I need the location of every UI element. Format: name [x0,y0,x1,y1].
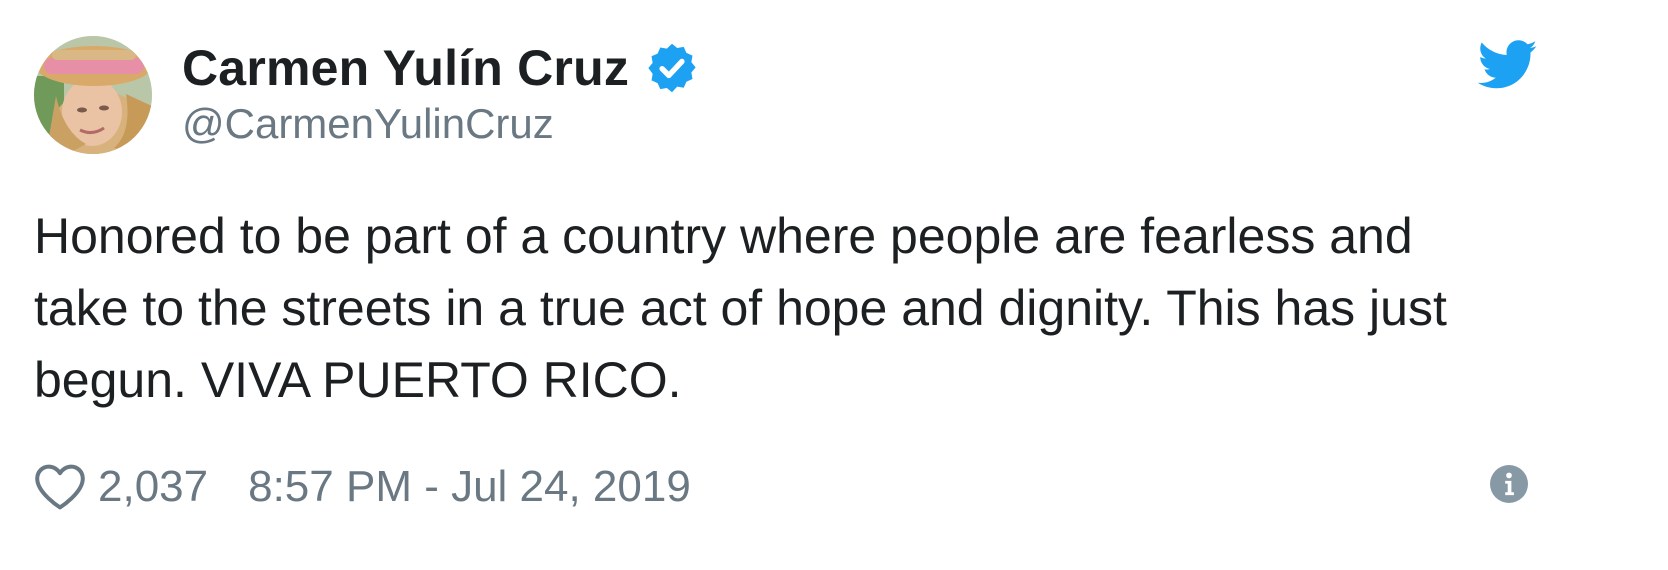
tweet-card[interactable]: Carmen Yulín Cruz @CarmenYulinCruz Honor… [0,0,1668,570]
tweet-text: Honored to be part of a country where pe… [34,208,1447,408]
author-display-name[interactable]: Carmen Yulín Cruz [182,39,629,97]
author-name-row: Carmen Yulín Cruz [182,36,699,100]
tweet-timestamp[interactable]: 8:57 PM - Jul 24, 2019 [248,462,691,512]
info-icon[interactable] [1490,465,1528,503]
twitter-bird-icon[interactable] [1478,40,1538,90]
author-handle[interactable]: @CarmenYulinCruz [182,100,554,148]
tweet-footer: 2,037 8:57 PM - Jul 24, 2019 [34,455,691,519]
author-avatar[interactable] [34,36,152,154]
avatar-photo [34,36,152,154]
verified-badge-icon [648,43,696,93]
like-count[interactable]: 2,037 [98,462,208,512]
heart-icon[interactable] [34,463,86,511]
